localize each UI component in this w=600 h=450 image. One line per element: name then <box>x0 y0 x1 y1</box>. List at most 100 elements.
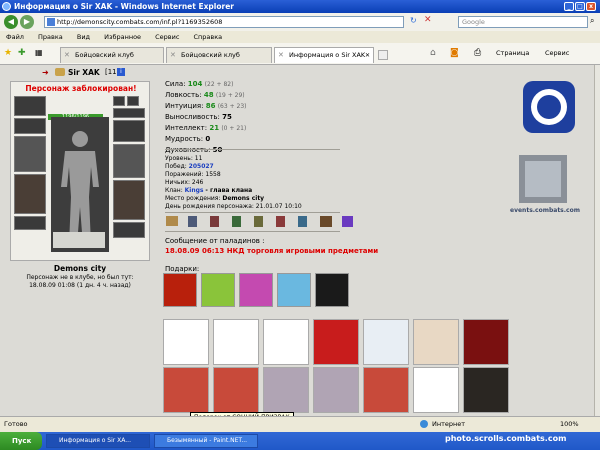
add-favorite-icon[interactable]: ✚ <box>18 48 26 58</box>
leggings-slot[interactable] <box>113 180 145 220</box>
badge-shield-icon[interactable] <box>232 216 241 227</box>
tab-fight-club-2[interactable]: ✕ Бойцовский клуб <box>166 47 272 63</box>
gift-dark-book-icon[interactable] <box>315 273 349 307</box>
info-clan: Клан: Kings - глава клана <box>165 187 252 194</box>
gift-card[interactable] <box>263 319 309 365</box>
belt-slot[interactable] <box>14 216 46 230</box>
tab-fight-club-1[interactable]: ✕ Бойцовский клуб <box>60 47 164 63</box>
forward-button[interactable]: ▶ <box>20 15 34 29</box>
weapon-right-slot[interactable] <box>113 144 145 178</box>
refresh-icon[interactable]: ↻ <box>410 16 417 25</box>
feeds-icon[interactable]: ◙ <box>450 48 459 58</box>
gift-card[interactable] <box>263 367 309 413</box>
new-tab-button[interactable] <box>378 50 388 60</box>
print-icon[interactable]: ⎙ <box>474 48 481 58</box>
gift-card[interactable] <box>463 367 509 413</box>
home-icon[interactable]: ⌂ <box>430 48 436 58</box>
info-losses: Поражений: 1558 <box>165 171 221 178</box>
stat-value: 86 <box>205 102 216 110</box>
task-ie-window[interactable]: Информация о Sir XA... <box>46 434 150 448</box>
tab-info-sir-xak[interactable]: ✕ Информация о Sir XAK ✕ <box>274 47 374 63</box>
stop-icon[interactable]: ✕ <box>424 15 432 25</box>
tab-list-icon[interactable]: ▦ <box>35 48 43 57</box>
gift-card[interactable] <box>163 319 209 365</box>
stat-value: 104 <box>187 80 203 88</box>
stat-extra: (0 + 21) <box>221 125 247 132</box>
clan-badge-icon <box>55 68 65 76</box>
zoom-level[interactable]: 100% <box>560 417 579 432</box>
stat-label: Выносливость: <box>165 113 220 121</box>
badge-cross-icon[interactable] <box>320 216 332 227</box>
tab-favicon: ✕ <box>170 51 176 59</box>
minimize-button[interactable]: _ <box>564 2 574 11</box>
badge-shield-icon[interactable] <box>188 216 197 227</box>
url-input[interactable]: http://demonscity.combats.com/inf.pl?116… <box>44 16 404 28</box>
badge-shield-icon[interactable] <box>298 216 307 227</box>
badge-shield-icon[interactable] <box>210 216 219 227</box>
stat-label: Духовность: <box>165 146 211 154</box>
search-icon[interactable]: ⌕ <box>590 16 594 26</box>
menu-tools[interactable]: Сервис <box>155 33 179 41</box>
task-paint-window[interactable]: Безымянный - Paint.NET... <box>154 434 258 448</box>
page-menu[interactable]: Страница <box>496 49 529 57</box>
badge-star-icon[interactable] <box>342 216 353 227</box>
menu-bar: Файл Правка Вид Избранное Сервис Справка <box>0 31 600 43</box>
armor-slot[interactable] <box>14 174 46 214</box>
menu-help[interactable]: Справка <box>194 33 223 41</box>
vertical-scrollbar[interactable] <box>594 65 600 416</box>
ring-slot-1[interactable] <box>113 96 125 106</box>
gift-card[interactable] <box>213 319 259 365</box>
stat-extra: (63 + 23) <box>217 103 247 110</box>
zone-label: Интернет <box>432 420 466 428</box>
gift-card[interactable] <box>363 319 409 365</box>
gift-card[interactable] <box>313 319 359 365</box>
birthplace-value: Demons city <box>222 195 265 202</box>
service-menu[interactable]: Сервис <box>545 49 569 57</box>
start-label: Пуск <box>12 437 32 445</box>
gift-card[interactable] <box>213 367 259 413</box>
info-icon[interactable]: i <box>117 68 125 76</box>
menu-view[interactable]: Вид <box>77 33 90 41</box>
gift-card[interactable] <box>463 319 509 365</box>
start-button[interactable]: Пуск <box>0 432 42 450</box>
gift-crystal-icon[interactable] <box>277 273 311 307</box>
clan-label: Клан: <box>165 187 183 194</box>
favorites-star-icon[interactable]: ★ <box>4 48 12 58</box>
menu-edit[interactable]: Правка <box>38 33 63 41</box>
arrow-icon: ➜ <box>42 68 49 77</box>
badge-scroll-icon[interactable] <box>166 216 178 226</box>
badge-shield-icon[interactable] <box>254 216 263 227</box>
gift-card[interactable] <box>313 367 359 413</box>
stat-label: Ловкость: <box>165 91 202 99</box>
search-input[interactable]: Google <box>458 16 588 28</box>
paladin-message: 18.08.09 06:13 НКД торговля игровыми пре… <box>165 247 379 255</box>
paladin-order-emblem-icon <box>523 81 575 133</box>
gloves-slot[interactable] <box>113 120 145 142</box>
info-birthplace: Место рождения: Demons city <box>165 195 264 202</box>
menu-file[interactable]: Файл <box>6 33 24 41</box>
boots-slot[interactable] <box>113 222 145 238</box>
menu-favorites[interactable]: Избранное <box>104 33 141 41</box>
gift-flower-icon[interactable] <box>239 273 273 307</box>
wins-value: 205027 <box>188 163 214 170</box>
weapon-left-slot[interactable] <box>14 136 46 172</box>
tab-close-icon[interactable]: ✕ <box>365 52 370 59</box>
ring-slot-2[interactable] <box>127 96 139 106</box>
helmet-slot[interactable] <box>14 96 46 116</box>
gift-green-gem-icon[interactable] <box>201 273 235 307</box>
maximize-button[interactable]: □ <box>575 2 585 11</box>
clan-link[interactable]: Kings <box>185 187 204 194</box>
gift-card[interactable] <box>363 367 409 413</box>
status-text: Готово <box>4 420 28 428</box>
back-button[interactable]: ◀ <box>4 15 18 29</box>
badge-shield-icon[interactable] <box>276 216 285 227</box>
rings-row-slot[interactable] <box>113 108 145 118</box>
gift-card[interactable] <box>413 319 459 365</box>
gift-card[interactable] <box>413 367 459 413</box>
gift-book-icon[interactable] <box>163 273 197 307</box>
close-button[interactable]: x <box>586 2 596 11</box>
task-label: Информация о Sir XA... <box>59 437 131 444</box>
gift-card[interactable] <box>163 367 209 413</box>
bracers-slot[interactable] <box>14 118 46 134</box>
stat-value: 50 <box>212 146 223 154</box>
